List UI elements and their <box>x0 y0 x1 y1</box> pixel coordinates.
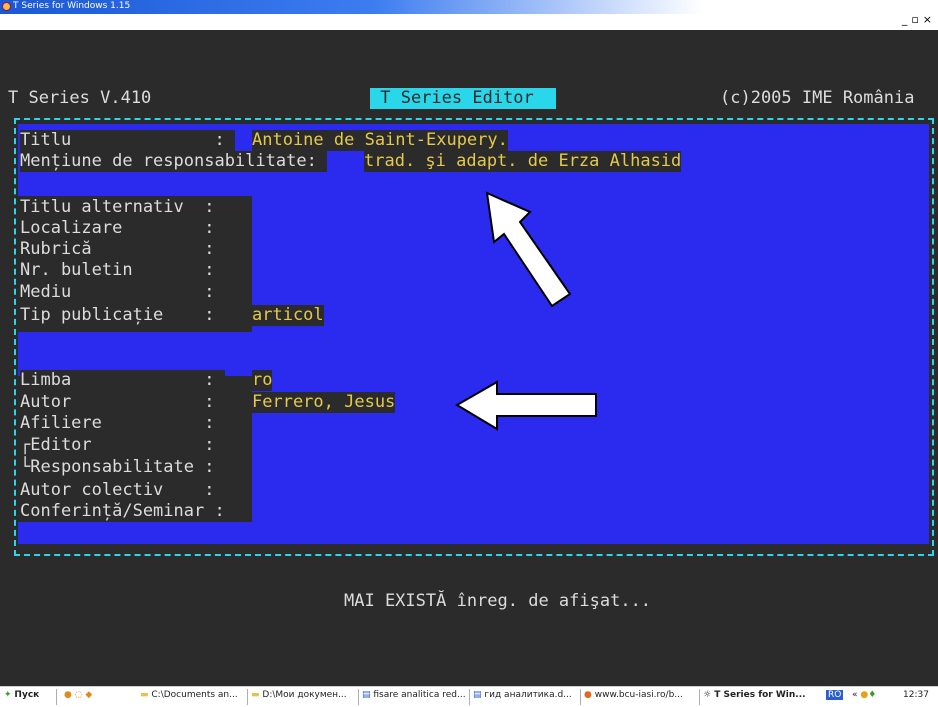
frame-left <box>14 118 16 556</box>
quicklaunch-icons: ● ◌ ◆ <box>64 690 93 700</box>
frame-top <box>14 118 934 120</box>
window-title: T Series for Windows 1.15 <box>13 1 131 11</box>
language-indicator[interactable]: RO <box>826 690 844 700</box>
copyright: (c)2005 IME România <box>720 88 915 108</box>
program-version: T Series V.410 <box>8 88 152 108</box>
editor-title: T Series Editor <box>370 88 556 109</box>
frame-bottom <box>14 554 934 556</box>
field-label-titlu: Titlu : <box>20 130 235 151</box>
folder-icon: ▬ <box>140 690 149 700</box>
app-icon <box>2 2 11 11</box>
record-block-3 <box>18 522 929 544</box>
console-screen: T Series V.410 T Series Editor (c)2005 I… <box>0 30 938 686</box>
window-titlebar: T Series for Windows 1.15 _ ▫ × <box>0 0 938 30</box>
frame-right <box>932 118 934 556</box>
start-icon: ✦ <box>4 690 12 700</box>
clock: 12:37 <box>903 690 929 700</box>
tray-icons: « ●♦ <box>852 690 877 700</box>
field-value-tip-publicatie[interactable]: articol <box>252 305 324 326</box>
start-button[interactable]: ✦ Пуск <box>4 690 39 700</box>
taskbar-item-5[interactable]: ● www.bcu-iasi.ro/b... <box>584 690 696 700</box>
taskbar-separator <box>247 689 248 705</box>
restore-button[interactable]: ▫ <box>911 13 920 26</box>
taskbar: ✦ Пуск ● ◌ ◆ ▬ C:\Documents an... ▬ D:\М… <box>0 686 938 707</box>
field-value-titlu[interactable]: Antoine de Saint-Exupery. <box>252 130 508 151</box>
status-message: MAI EXISTĂ înreg. de afişat... <box>344 591 652 611</box>
field-label-mentiune: Mențiune de responsabilitate: <box>20 151 328 172</box>
taskbar-item-2[interactable]: ▬ D:\Мои докумен... <box>251 690 355 700</box>
taskbar-separator <box>469 689 470 705</box>
field-label-conferinta: Conferință/Seminar : <box>20 501 235 522</box>
annotation-arrow-left <box>455 380 597 431</box>
taskbar-separator <box>56 689 57 705</box>
taskbar-separator <box>358 689 359 705</box>
field-label-titlu-alternativ: Titlu alternativ : <box>20 197 225 218</box>
document-icon: ▤ <box>473 690 482 700</box>
field-label-autor-colectiv: Autor colectiv : <box>20 480 225 501</box>
field-label-autor: Autor : <box>20 392 225 413</box>
field-label-nr-buletin: Nr. buletin : <box>20 260 225 281</box>
field-value-limba[interactable]: ro <box>252 370 273 391</box>
taskbar-item-1[interactable]: ▬ C:\Documents an... <box>140 690 244 700</box>
taskbar-item-3[interactable]: ▤ fisare analitica red... <box>362 690 466 700</box>
folder-icon: ▬ <box>251 690 260 700</box>
app-icon: ☼ <box>703 690 712 700</box>
annotation-arrow-up-left <box>485 191 572 308</box>
minimize-button[interactable]: _ <box>902 13 910 26</box>
taskbar-separator <box>580 689 581 705</box>
taskbar-separator <box>699 689 700 705</box>
fields-area-1 <box>252 196 929 332</box>
field-label-limba: Limba : <box>20 370 225 391</box>
field-value-autor[interactable]: Ferrero, Jesus <box>252 392 396 413</box>
field-label-mediu: Mediu : <box>20 282 225 303</box>
titlebar-gradient <box>0 0 938 14</box>
field-label-rubrica: Rubrică : <box>20 239 225 260</box>
close-button[interactable]: × <box>923 13 934 26</box>
field-label-tip-publicatie: Tip publicație : <box>20 305 225 326</box>
taskbar-item-4[interactable]: ▤ гид аналитика.d... <box>473 690 577 700</box>
browser-icon: ● <box>584 690 592 700</box>
field-label-localizare: Localizare : <box>20 218 225 239</box>
document-icon: ▤ <box>362 690 371 700</box>
field-label-afiliere: Afiliere : <box>20 413 225 434</box>
taskbar-item-active[interactable]: ☼ T Series for Win... <box>703 690 815 700</box>
field-value-mentiune[interactable]: trad. şi adapt. de Erza Alhasid <box>364 151 682 172</box>
window-controls: _ ▫ × <box>900 13 934 26</box>
field-label-responsabilitate: └Responsabilitate : <box>20 457 225 478</box>
field-label-editor: ┌Editor : <box>20 435 225 456</box>
